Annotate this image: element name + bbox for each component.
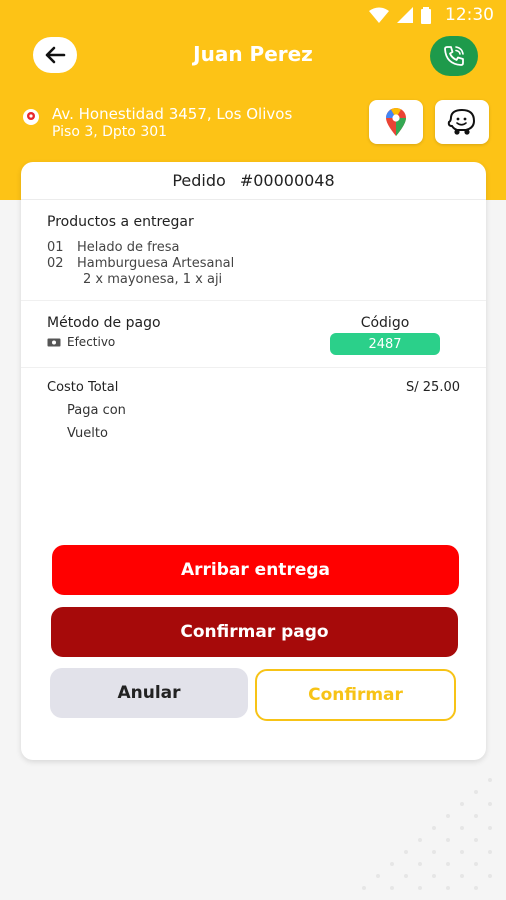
- payment-method-label: Método de pago: [47, 315, 161, 331]
- order-number: #00000048: [239, 171, 335, 190]
- payment-method: Efectivo: [47, 335, 161, 349]
- order-header: Pedido #00000048: [21, 162, 486, 200]
- wifi-icon: [369, 7, 389, 23]
- confirm-button[interactable]: Confirmar: [255, 669, 456, 721]
- code-badge: 2487: [330, 333, 440, 355]
- payment-method-value: Efectivo: [67, 335, 116, 349]
- battery-icon: [421, 6, 431, 24]
- status-bar: 12:30: [0, 0, 506, 30]
- call-button[interactable]: [430, 36, 478, 76]
- product-extras: 2 x mayonesa, 1 x aji: [83, 272, 223, 287]
- signal-icon: [397, 7, 413, 23]
- product-name: Helado de fresa: [77, 240, 180, 255]
- list-item: 01 Helado de fresa: [47, 240, 460, 256]
- phone-icon: [444, 46, 464, 66]
- location-pin-icon: [23, 109, 39, 125]
- product-name: Hamburguesa Artesanal: [77, 256, 235, 271]
- google-maps-button[interactable]: [369, 100, 423, 144]
- waze-icon: [447, 108, 476, 135]
- change-label: Vuelto: [67, 426, 108, 441]
- product-number: 01: [47, 240, 64, 255]
- pays-with-label: Paga con: [67, 403, 126, 418]
- products-section: Productos a entregar 01 Helado de fresa …: [21, 200, 486, 301]
- total-label: Costo Total: [47, 380, 119, 395]
- status-time: 12:30: [445, 5, 494, 25]
- delivery-address: Av. Honestidad 3457, Los Olivos Piso 3, …: [22, 104, 292, 140]
- arrive-delivery-button[interactable]: Arribar entrega: [52, 545, 459, 595]
- code-label: Código: [360, 315, 410, 331]
- google-maps-icon: [386, 108, 406, 136]
- decorative-dots: [362, 778, 492, 890]
- product-number: 02: [47, 256, 64, 271]
- address-line2: Piso 3, Dpto 301: [52, 124, 168, 140]
- products-title: Productos a entregar: [47, 214, 194, 230]
- list-item: 02 Hamburguesa Artesanal: [47, 256, 460, 272]
- order-label: Pedido: [172, 171, 226, 190]
- address-line1: Av. Honestidad 3457, Los Olivos: [52, 105, 293, 123]
- cash-icon: [47, 338, 61, 346]
- payment-section: Método de pago Efectivo Código 2487: [21, 301, 486, 368]
- waze-button[interactable]: [435, 100, 489, 144]
- confirm-payment-button[interactable]: Confirmar pago: [51, 607, 458, 657]
- cancel-button[interactable]: Anular: [50, 668, 248, 718]
- totals-section: Costo Total S/ 25.00 Paga con Vuelto: [21, 368, 486, 453]
- total-value: S/ 25.00: [406, 380, 460, 395]
